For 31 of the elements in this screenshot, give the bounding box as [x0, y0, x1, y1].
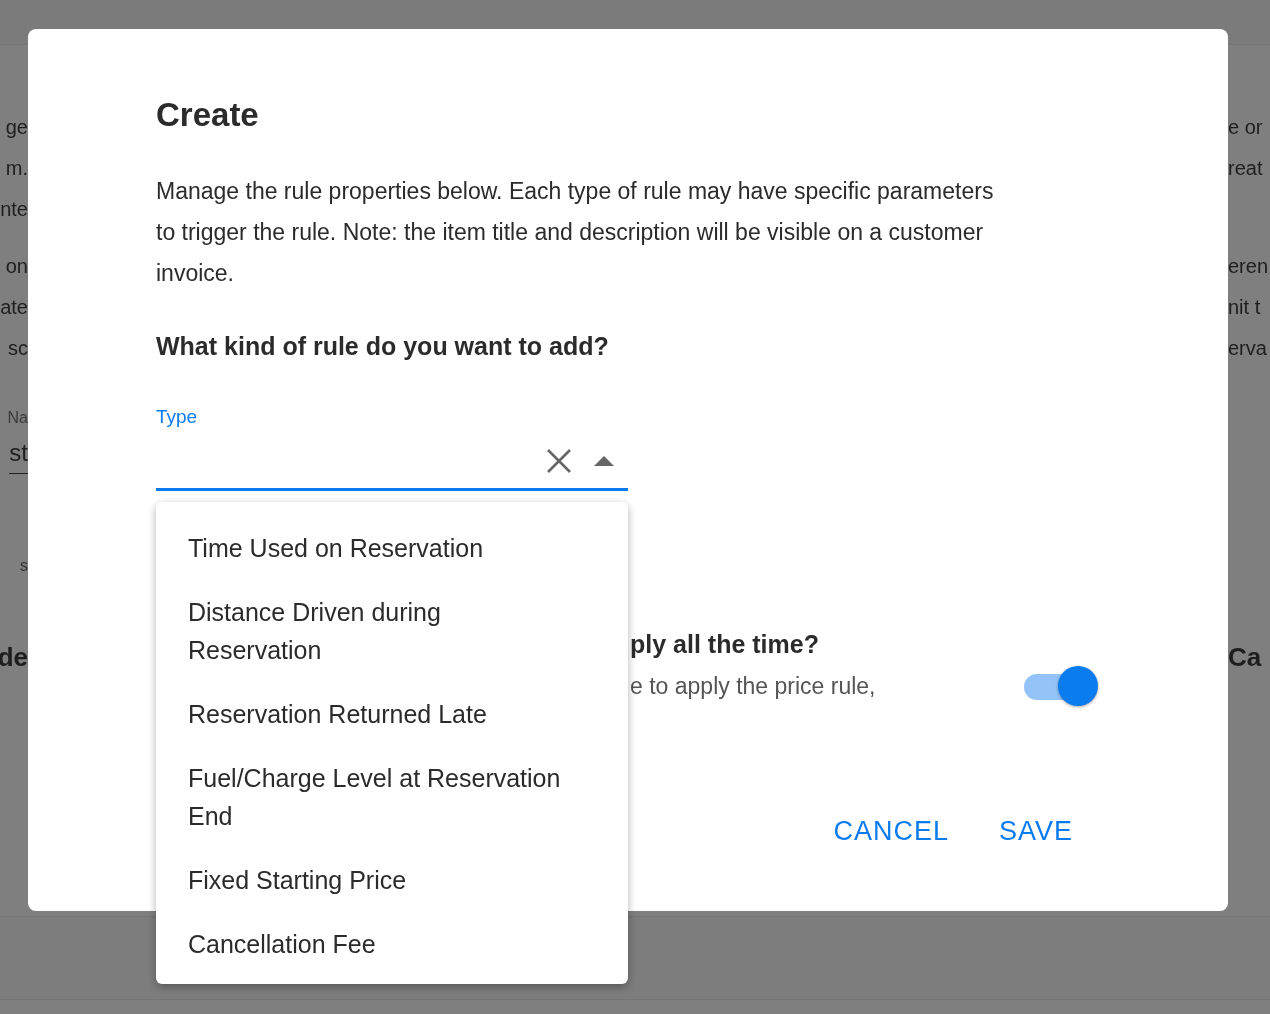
background-heading: Ca [1228, 642, 1262, 673]
background-text: eren [1228, 254, 1269, 279]
menu-option[interactable]: Fuel/Charge Level at Reservation End [156, 746, 628, 848]
background-text: on [5, 254, 28, 279]
background-text: sc [8, 336, 28, 361]
background-text: nit t [1228, 295, 1261, 320]
background-text: erva [1228, 336, 1267, 361]
type-label: Type [156, 406, 198, 428]
background-field-label: Na [7, 409, 28, 427]
menu-option[interactable]: Time Used on Reservation [156, 516, 628, 580]
background-text: ge [5, 115, 28, 140]
background-text: reat [1228, 156, 1263, 181]
menu-option[interactable]: Reservation Returned Late [156, 682, 628, 746]
menu-option[interactable]: Distance Driven during Reservation [156, 580, 628, 682]
rule-question: What kind of rule do you want to add? [156, 331, 609, 362]
background-text: ate [0, 295, 28, 320]
menu-option[interactable]: Cancellation Fee [156, 912, 628, 976]
toggle-hint: e to apply the price rule, [630, 672, 876, 701]
background-text: e or [1228, 115, 1263, 140]
background-text: s [20, 557, 28, 575]
toggle-question: ply all the time? [630, 629, 820, 660]
dialog-title: Create [156, 95, 259, 135]
menu-option[interactable]: Fixed Starting Price [156, 848, 628, 912]
dialog-description: Manage the rule properties below. Each type of rule may have specific parameters to trigger the rule. Note: the item title and description will be visible on a customer invoice. [156, 177, 995, 288]
toggle-switch[interactable] [1024, 664, 1100, 708]
cancel-button[interactable]: CANCEL [821, 808, 961, 855]
clear-icon[interactable] [546, 448, 572, 474]
background-text: nte [0, 197, 28, 222]
save-button[interactable]: SAVE [986, 808, 1085, 855]
caret-icon[interactable] [594, 456, 614, 466]
background-text: m. [5, 156, 28, 181]
